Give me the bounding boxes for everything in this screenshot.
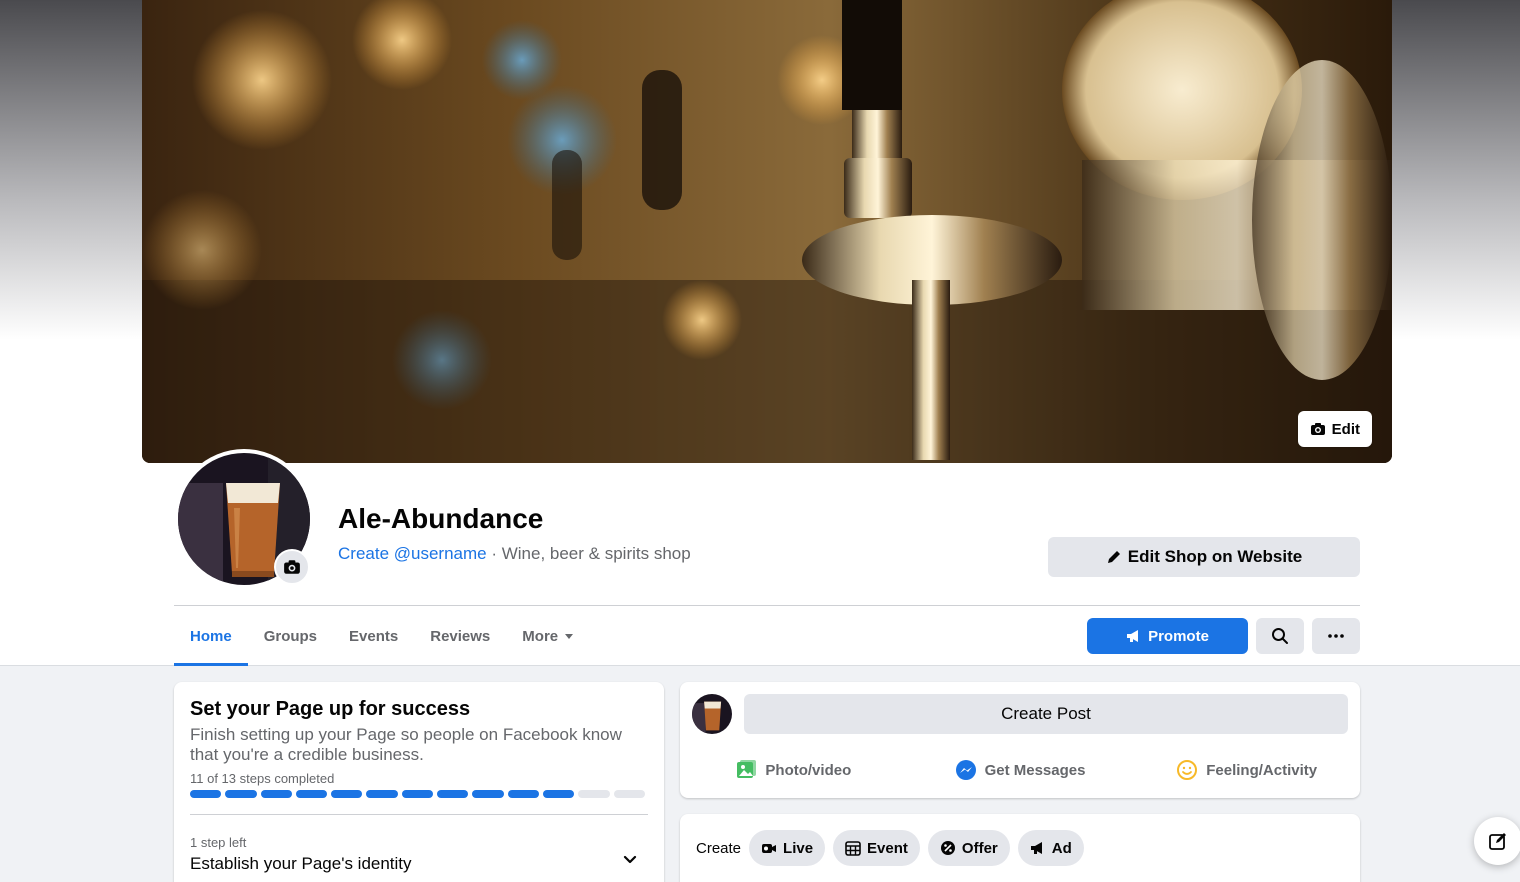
tab-label: Reviews (430, 627, 491, 645)
next-step-title[interactable]: Establish your Page's identity (190, 854, 648, 874)
progress-segment (472, 790, 504, 798)
tab-label: Groups (263, 627, 318, 645)
ad-label: Ad (1051, 839, 1072, 857)
subtitle-separator: · (486, 544, 502, 563)
page-category: Wine, beer & spirits shop (501, 544, 691, 563)
create-card: Create Live Event Offer Ad (680, 814, 1360, 882)
setup-divider (190, 814, 648, 815)
ellipsis-icon (1328, 634, 1344, 638)
search-button[interactable] (1256, 618, 1304, 654)
tab-events[interactable]: Events (333, 606, 414, 666)
camera-icon (1310, 423, 1325, 435)
photo-video-button[interactable]: Photo/video (680, 750, 907, 790)
caret-down-icon (565, 634, 574, 639)
tab-reviews[interactable]: Reviews (414, 606, 506, 666)
new-message-button[interactable] (1474, 817, 1520, 865)
megaphone-icon (1030, 842, 1042, 854)
camera-icon (284, 560, 300, 574)
create-label: Create (696, 839, 742, 857)
beer-glass-image (692, 694, 732, 734)
offer-button[interactable]: Offer (927, 830, 1010, 866)
feeling-activity-button[interactable]: Feeling/Activity (1133, 750, 1360, 790)
pencil-icon (1107, 551, 1120, 563)
promote-label: Promote (1148, 627, 1209, 645)
offer-label: Offer (961, 839, 998, 857)
progress-segment (437, 790, 469, 798)
video-icon (762, 844, 777, 853)
progress-segment (613, 790, 645, 798)
page-subtitle: Create @username · Wine, beer & spirits … (338, 544, 691, 564)
create-username-link[interactable]: Create @username (338, 544, 487, 563)
page-title: Ale-Abundance (338, 503, 544, 534)
update-photo-button[interactable] (274, 549, 310, 585)
photo-icon (737, 760, 757, 778)
create-post-button[interactable]: Create Post (744, 694, 1348, 734)
setup-description: Finish setting up your Page so people on… (190, 725, 622, 764)
get-messages-button[interactable]: Get Messages (907, 750, 1134, 790)
progress-segment (331, 790, 363, 798)
tab-groups[interactable]: Groups (248, 606, 333, 666)
tab-label: Home (190, 627, 232, 645)
offer-icon (940, 841, 955, 855)
edit-shop-label: Edit Shop on Website (1127, 547, 1303, 566)
avatar[interactable] (692, 694, 732, 734)
cover-image (142, 0, 1392, 463)
search-icon (1272, 628, 1288, 644)
cover-photo[interactable]: Edit (142, 0, 1392, 463)
live-label: Live (783, 839, 814, 857)
post-actions: Photo/video Get Messages Feeling/Activit… (680, 750, 1360, 790)
edit-cover-button[interactable]: Edit (1297, 411, 1372, 447)
event-button[interactable]: Event (833, 830, 920, 866)
tab-more[interactable]: More (506, 606, 590, 666)
calendar-icon (845, 841, 861, 856)
more-options-button[interactable] (1312, 618, 1360, 654)
compose-icon (1489, 833, 1506, 850)
progress-segment (401, 790, 434, 798)
tab-label: More (522, 627, 559, 645)
ad-button[interactable]: Ad (1017, 830, 1084, 866)
progress-segment (578, 790, 610, 798)
progress-segment (366, 790, 398, 798)
steps-left: 1 step left (190, 835, 247, 850)
create-row: Create Live Event Offer Ad (696, 830, 1084, 866)
tab-home[interactable]: Home (174, 606, 248, 666)
event-label: Event (867, 839, 908, 857)
megaphone-icon (1127, 630, 1139, 642)
promote-button[interactable]: Promote (1087, 618, 1248, 654)
profile-picture[interactable] (174, 449, 314, 589)
get-messages-label: Get Messages (984, 761, 1086, 779)
progress-segment (507, 790, 539, 798)
photo-video-label: Photo/video (765, 761, 852, 779)
page-tabs: Home Groups Events Reviews More (174, 606, 590, 666)
edit-cover-label: Edit (1331, 420, 1360, 438)
messenger-icon (955, 760, 976, 780)
steps-completed: 11 of 13 steps completed (190, 771, 335, 786)
edit-shop-button[interactable]: Edit Shop on Website (1048, 537, 1360, 577)
progress-segment (260, 790, 292, 798)
setup-progress-bar (190, 790, 648, 798)
progress-segment (295, 790, 328, 798)
live-button[interactable]: Live (749, 830, 826, 866)
tab-label: Events (349, 627, 399, 645)
progress-segment (190, 790, 222, 798)
create-post-card: Create Post Photo/video Get Messages Fee… (680, 682, 1360, 798)
progress-segment (225, 790, 257, 798)
progress-segment (542, 790, 575, 798)
setup-card: Set your Page up for success Finish sett… (174, 682, 664, 882)
feeling-activity-label: Feeling/Activity (1206, 761, 1318, 779)
chevron-down-icon[interactable] (622, 852, 638, 868)
create-post-label: Create Post (1001, 704, 1091, 723)
setup-title: Set your Page up for success (190, 698, 471, 720)
smiley-icon (1177, 760, 1198, 780)
